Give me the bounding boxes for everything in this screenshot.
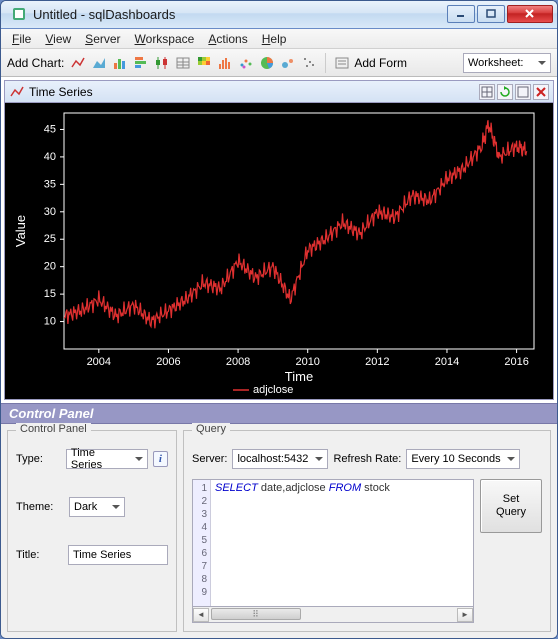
fieldset-legend: Control Panel: [16, 423, 91, 435]
theme-label: Theme:: [16, 501, 64, 513]
control-panel-header[interactable]: Control Panel: [1, 403, 557, 424]
add-form-label[interactable]: Add Form: [354, 56, 407, 70]
svg-text:2004: 2004: [87, 356, 111, 368]
set-query-button[interactable]: Set Query: [480, 479, 542, 533]
window-title: Untitled - sqlDashboards: [33, 7, 447, 22]
column-chart-icon[interactable]: [132, 54, 150, 72]
refresh-rate-label: Refresh Rate:: [333, 453, 401, 465]
scatter-chart-icon[interactable]: [237, 54, 255, 72]
svg-text:20: 20: [44, 261, 56, 273]
svg-text:45: 45: [44, 124, 56, 136]
svg-text:35: 35: [44, 179, 56, 191]
svg-text:40: 40: [44, 151, 56, 163]
app-window: Untitled - sqlDashboards File View Serve…: [0, 0, 558, 639]
maximize-button[interactable]: [477, 5, 505, 23]
horizontal-scrollbar[interactable]: ◄ ⠿ ►: [192, 607, 474, 623]
svg-text:2014: 2014: [435, 356, 459, 368]
add-chart-label: Add Chart:: [7, 56, 64, 70]
scroll-right-arrow[interactable]: ►: [457, 608, 473, 622]
svg-text:30: 30: [44, 206, 56, 218]
svg-text:Time: Time: [285, 369, 313, 384]
scroll-thumb[interactable]: ⠿: [211, 608, 301, 620]
worksheet-selector[interactable]: Worksheet:: [463, 53, 551, 73]
bubble-chart-icon[interactable]: [279, 54, 297, 72]
area-chart-icon[interactable]: [90, 54, 108, 72]
scroll-track[interactable]: ⠿: [209, 608, 457, 622]
control-panel-body: Control Panel Type: Time Series i Theme:…: [1, 424, 557, 638]
svg-text:15: 15: [44, 289, 56, 301]
app-icon: [11, 6, 27, 22]
chart-area: 10 15 20 25 30 35 40 45 2004 2006 2008 2010 2012 2014…: [5, 103, 553, 399]
bar-chart-icon[interactable]: [111, 54, 129, 72]
control-panel-fieldset: Control Panel Type: Time Series i Theme:…: [7, 430, 177, 632]
refresh-icon[interactable]: [497, 84, 513, 100]
svg-text:2010: 2010: [295, 356, 319, 368]
info-icon[interactable]: i: [153, 451, 168, 467]
histogram-icon[interactable]: [216, 54, 234, 72]
chart-panel: Time Series 10 15 20 25 30 35 40 45 2004 2006 2008…: [4, 80, 554, 400]
svg-text:2012: 2012: [365, 356, 389, 368]
minimize-button[interactable]: [447, 5, 475, 23]
menu-actions[interactable]: Actions: [201, 30, 254, 48]
scroll-left-arrow[interactable]: ◄: [193, 608, 209, 622]
server-label: Server:: [192, 453, 227, 465]
svg-text:2008: 2008: [226, 356, 250, 368]
title-input[interactable]: [68, 545, 168, 565]
svg-text:2006: 2006: [156, 356, 180, 368]
sql-code[interactable]: SELECT date,adjclose FROM stock: [211, 480, 473, 606]
svg-text:25: 25: [44, 234, 56, 246]
close-button[interactable]: [507, 5, 553, 23]
titlebar: Untitled - sqlDashboards: [1, 1, 557, 29]
heatmap-icon[interactable]: [195, 54, 213, 72]
close-panel-icon[interactable]: [533, 84, 549, 100]
line-chart-icon: [9, 84, 25, 100]
refresh-rate-selector[interactable]: Every 10 Seconds: [406, 449, 520, 469]
title-label: Title:: [16, 549, 63, 561]
window-controls: [447, 5, 553, 23]
chart-panel-title: Time Series: [29, 85, 93, 99]
form-icon[interactable]: [333, 54, 351, 72]
theme-selector[interactable]: Dark: [69, 497, 125, 517]
line-gutter: 123456789: [193, 480, 211, 606]
type-label: Type:: [16, 453, 61, 465]
menu-file[interactable]: File: [5, 30, 38, 48]
menubar: File View Server Workspace Actions Help: [1, 29, 557, 50]
svg-text:2016: 2016: [504, 356, 528, 368]
menu-help[interactable]: Help: [255, 30, 294, 48]
separator: [325, 53, 326, 73]
server-selector[interactable]: localhost:5432: [232, 449, 328, 469]
candlestick-chart-icon[interactable]: [153, 54, 171, 72]
grid-icon[interactable]: [479, 84, 495, 100]
type-selector[interactable]: Time Series: [66, 449, 148, 469]
chart: 10 15 20 25 30 35 40 45 2004 2006 2008 2010 2012 2014…: [5, 103, 553, 399]
dot-chart-icon[interactable]: [300, 54, 318, 72]
svg-text:Value: Value: [13, 215, 28, 247]
query-fieldset: Query Server: localhost:5432 Refresh Rat…: [183, 430, 551, 632]
settings-icon[interactable]: [515, 84, 531, 100]
svg-text:10: 10: [44, 316, 56, 328]
menu-server[interactable]: Server: [78, 30, 127, 48]
table-icon[interactable]: [174, 54, 192, 72]
svg-text:adjclose: adjclose: [253, 384, 293, 396]
pie-chart-icon[interactable]: [258, 54, 276, 72]
line-chart-icon[interactable]: [69, 54, 87, 72]
chart-panel-titlebar[interactable]: Time Series: [5, 81, 553, 103]
menu-workspace[interactable]: Workspace: [128, 30, 202, 48]
menu-view[interactable]: View: [38, 30, 78, 48]
sql-editor[interactable]: 123456789 SELECT date,adjclose FROM stoc…: [192, 479, 474, 607]
toolbar: Add Chart: Add Form Worksheet:: [1, 49, 557, 77]
fieldset-legend: Query: [192, 423, 230, 435]
